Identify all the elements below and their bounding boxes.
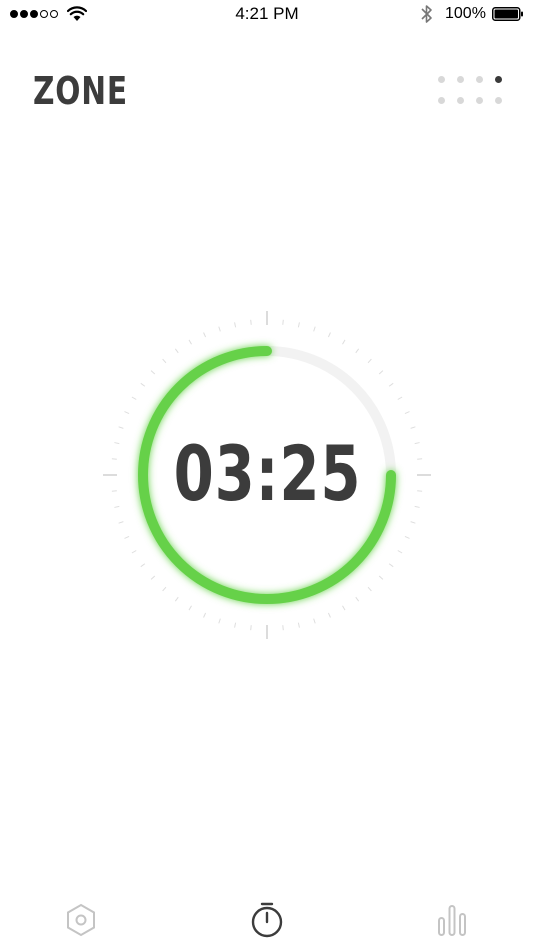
status-bar: 4:21 PM 100% — [0, 0, 534, 28]
page-dot[interactable] — [476, 97, 483, 104]
tab-timer[interactable] — [245, 898, 289, 942]
stopwatch-icon — [251, 902, 283, 938]
page-dot[interactable] — [438, 97, 445, 104]
page-dot[interactable] — [476, 76, 483, 83]
tab-stats[interactable] — [430, 898, 474, 942]
page-dot[interactable] — [495, 97, 502, 104]
page-dot[interactable] — [457, 97, 464, 104]
timer-readout: 03:25 — [173, 428, 361, 518]
page-dot[interactable] — [438, 76, 445, 83]
page-dot[interactable] — [457, 76, 464, 83]
battery-percentage: 100% — [445, 5, 486, 22]
page-dot[interactable] — [495, 76, 502, 83]
bluetooth-icon — [420, 4, 434, 29]
timer-dial[interactable]: 03:25 — [97, 303, 437, 643]
hexagon-settings-icon — [67, 903, 95, 937]
page-indicator[interactable] — [438, 76, 502, 104]
battery-icon — [492, 7, 524, 26]
bar-chart-icon — [438, 905, 466, 936]
tab-settings[interactable] — [59, 898, 103, 942]
app-title: ZONE — [33, 69, 128, 113]
tab-bar — [0, 890, 534, 950]
